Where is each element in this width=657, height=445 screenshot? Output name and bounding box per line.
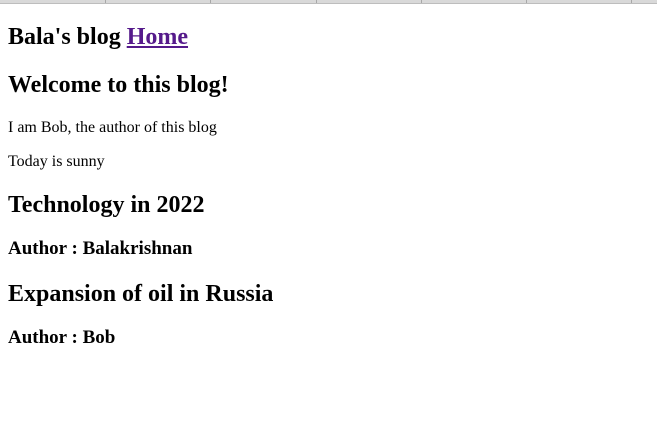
post-title: Technology in 2022 (8, 192, 205, 218)
tab-divider (316, 0, 317, 3)
welcome-heading: Welcome to this blog! (8, 72, 229, 98)
tab-divider (105, 0, 106, 3)
tab-divider (210, 0, 211, 3)
weather-text: Today is sunny (8, 153, 105, 170)
tab-divider (421, 0, 422, 3)
home-link[interactable]: Home (127, 24, 188, 50)
browser-tab-strip (0, 0, 657, 4)
tab-divider (631, 0, 632, 3)
post-title: Expansion of oil in Russia (8, 281, 274, 307)
site-title: Bala's blog (8, 24, 121, 50)
post-author: Author : Bob (8, 327, 116, 348)
site-header: Bala's blog Home (8, 23, 188, 51)
post-author: Author : Balakrishnan (8, 238, 193, 259)
tab-divider (526, 0, 527, 3)
intro-text: I am Bob, the author of this blog (8, 119, 217, 136)
